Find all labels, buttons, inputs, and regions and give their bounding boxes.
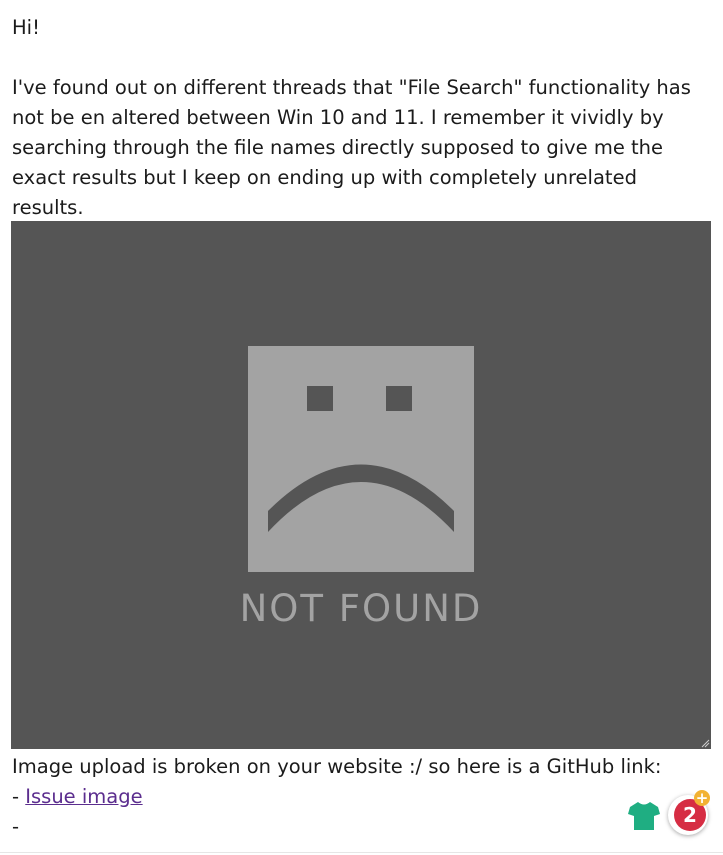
post-body-text: I've found out on different threads that…: [12, 76, 691, 219]
tshirt-button[interactable]: [627, 800, 661, 832]
link-line: - Issue image: [12, 782, 712, 812]
greeting-text: Hi!: [12, 16, 40, 39]
issue-image-link[interactable]: Issue image: [25, 785, 142, 808]
resize-handle-icon[interactable]: [700, 738, 710, 748]
bottom-divider: [0, 852, 723, 853]
upload-broken-text: Image upload is broken on your website :…: [12, 755, 662, 778]
right-eye: [386, 386, 412, 411]
post-after-image: Image upload is broken on your website :…: [12, 752, 712, 842]
sad-face-icon: [248, 346, 474, 572]
post-content: Hi! I've found out on different threads …: [12, 13, 712, 223]
frown-mouth: [268, 464, 454, 532]
sad-face-svg: [268, 386, 454, 532]
trailing-dash: -: [12, 815, 20, 838]
link-prefix: -: [12, 785, 26, 808]
not-found-label: NOT FOUND: [239, 587, 483, 630]
broken-image-placeholder: NOT FOUND: [11, 221, 711, 749]
left-eye: [307, 386, 333, 411]
plus-icon: +: [694, 789, 710, 807]
tshirt-icon: [628, 802, 660, 830]
notification-badge-button[interactable]: 2 +: [666, 790, 712, 839]
